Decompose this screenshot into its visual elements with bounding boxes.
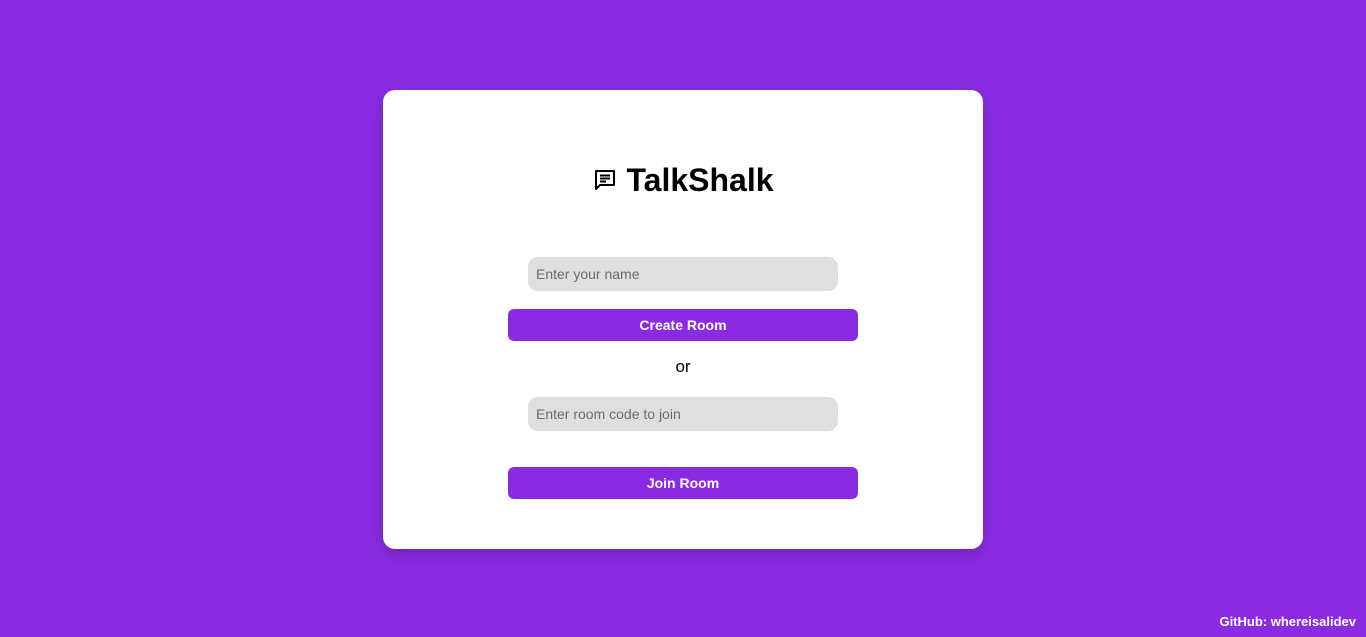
brand-header: TalkShalk <box>383 162 983 198</box>
chat-message-icon <box>592 167 618 193</box>
create-room-button[interactable]: Create Room <box>508 309 858 341</box>
or-divider-text: or <box>675 357 691 376</box>
room-code-input[interactable] <box>528 397 838 431</box>
login-card: TalkShalk Create Room or Join Room <box>383 90 983 549</box>
name-input[interactable] <box>528 257 838 291</box>
join-room-button[interactable]: Join Room <box>508 467 858 499</box>
app-title: TalkShalk <box>626 162 774 198</box>
github-credit: GitHub: whereisalidev <box>1219 614 1356 629</box>
